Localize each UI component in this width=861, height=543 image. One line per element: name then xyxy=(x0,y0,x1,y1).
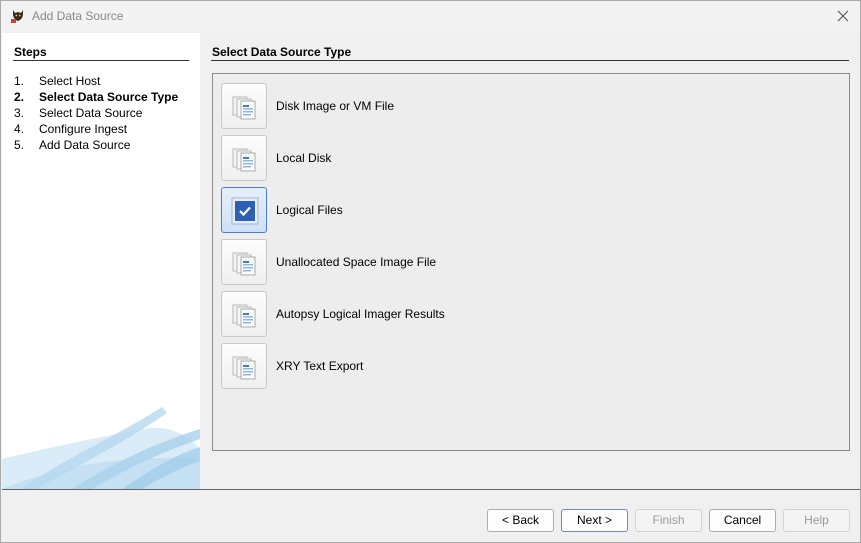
footer-divider xyxy=(2,489,860,490)
type-option-disk-image[interactable]: Disk Image or VM File xyxy=(221,83,621,129)
help-button[interactable]: Help xyxy=(783,509,850,532)
close-icon[interactable] xyxy=(834,7,852,25)
step-item: 5. Add Data Source xyxy=(14,138,131,152)
autopsy-dog-icon xyxy=(10,8,26,24)
add-data-source-dialog: Add Data Source Steps 1. Select Host 2. Se… xyxy=(0,0,861,543)
document-stack-icon xyxy=(232,96,256,120)
finish-button[interactable]: Finish xyxy=(635,509,702,532)
type-option-logical-files[interactable]: Logical Files xyxy=(221,187,621,233)
type-toggle-button[interactable] xyxy=(221,291,267,337)
step-item-current: 2. Select Data Source Type xyxy=(14,90,179,104)
type-option-logical-imager[interactable]: Autopsy Logical Imager Results xyxy=(221,291,621,337)
decorative-swoosh xyxy=(2,407,200,489)
steps-divider xyxy=(13,60,189,61)
data-source-type-panel: Disk Image or VM File Local Disk Logical… xyxy=(212,73,850,451)
type-label: XRY Text Export xyxy=(276,359,364,373)
window-title: Add Data Source xyxy=(32,9,124,23)
type-toggle-button[interactable] xyxy=(221,83,267,129)
type-option-xry-text[interactable]: XRY Text Export xyxy=(221,343,621,389)
title-bar: Add Data Source xyxy=(1,1,860,32)
document-stack-icon xyxy=(232,252,256,276)
step-item: 4. Configure Ingest xyxy=(14,122,128,136)
page-title: Select Data Source Type xyxy=(212,45,352,59)
steps-sidebar: Steps 1. Select Host 2. Select Data Source… xyxy=(2,33,200,489)
type-label: Logical Files xyxy=(276,203,343,217)
type-label: Local Disk xyxy=(276,151,332,165)
type-label: Autopsy Logical Imager Results xyxy=(276,307,445,321)
checked-icon xyxy=(231,197,259,225)
step-item: 3. Select Data Source xyxy=(14,106,143,120)
back-button[interactable]: < Back xyxy=(487,509,554,532)
main-content: Select Data Source Type Disk Image or VM… xyxy=(200,33,860,489)
steps-heading: Steps xyxy=(14,45,47,59)
type-option-unallocated-space[interactable]: Unallocated Space Image File xyxy=(221,239,621,285)
type-toggle-button[interactable] xyxy=(221,343,267,389)
step-item: 1. Select Host xyxy=(14,74,101,88)
steps-list: 1. Select Host 2. Select Data Source Type … xyxy=(14,73,178,153)
type-label: Disk Image or VM File xyxy=(276,99,395,113)
content-divider xyxy=(211,60,849,61)
document-stack-icon xyxy=(232,356,256,380)
cancel-button[interactable]: Cancel xyxy=(709,509,776,532)
type-toggle-button[interactable] xyxy=(221,135,267,181)
document-stack-icon xyxy=(232,148,256,172)
type-toggle-button-selected[interactable] xyxy=(221,187,267,233)
document-stack-icon xyxy=(232,304,256,328)
type-option-local-disk[interactable]: Local Disk xyxy=(221,135,621,181)
next-button[interactable]: Next > xyxy=(561,509,628,532)
type-label: Unallocated Space Image File xyxy=(276,255,437,269)
type-toggle-button[interactable] xyxy=(221,239,267,285)
